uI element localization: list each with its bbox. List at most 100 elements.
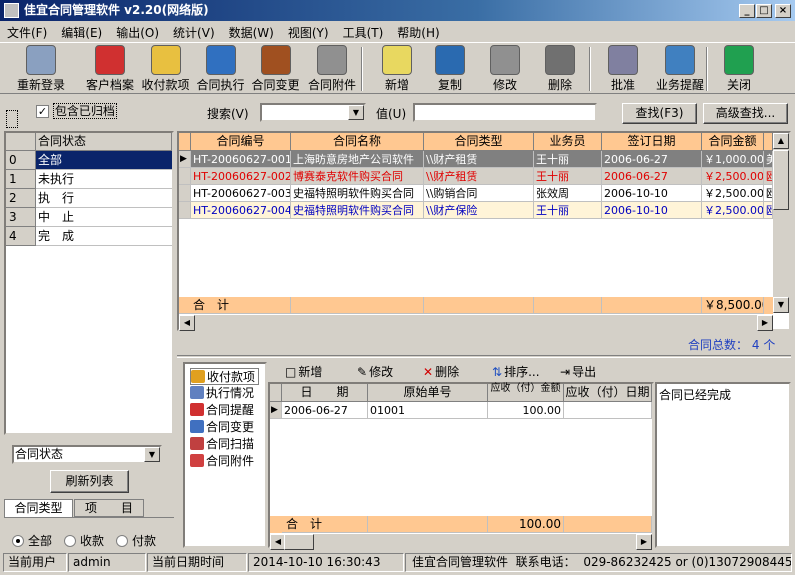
value-input[interactable] bbox=[413, 103, 597, 122]
detail-nav-payment-book[interactable]: 收付款项 bbox=[190, 368, 260, 385]
toolbar-button-approve[interactable]: 批准 bbox=[598, 45, 648, 93]
cell-extra: 美 bbox=[764, 151, 773, 168]
radio-0[interactable]: 全部 bbox=[12, 534, 52, 548]
detail-edit-button[interactable]: ✎ 修改 bbox=[357, 363, 393, 381]
radio-circle[interactable] bbox=[116, 535, 129, 547]
search-field-select[interactable]: ▼ bbox=[260, 103, 366, 122]
memo-box[interactable]: 合同已经完成 bbox=[655, 382, 791, 548]
payment-row[interactable]: ▶ 2006-06-27 01001 100.00 bbox=[270, 402, 652, 419]
col-date[interactable]: 日 期 bbox=[282, 384, 368, 402]
customer-icon bbox=[95, 45, 125, 75]
status-list-item[interactable]: 全部 bbox=[36, 151, 172, 170]
toolbar-button-label: 合同执行 bbox=[196, 78, 245, 92]
menu-item[interactable]: 帮助(H) bbox=[390, 22, 446, 41]
col-due[interactable]: 应收（付）日期 bbox=[564, 384, 652, 402]
scroll-right-icon[interactable]: ▶ bbox=[636, 534, 652, 550]
scroll-thumb[interactable] bbox=[284, 534, 314, 550]
contract-row[interactable]: HT-20060627-004 史福特照明软件购买合同 \\财产保险 王十丽 2006-… bbox=[179, 202, 773, 219]
tab-contract-type[interactable]: 合同类型 bbox=[4, 499, 73, 517]
menu-item[interactable]: 统计(V) bbox=[166, 22, 222, 41]
scroll-down-icon[interactable]: ▼ bbox=[773, 297, 789, 313]
cell-date: 2006-06-27 bbox=[602, 168, 702, 185]
menu-item[interactable]: 工具(T) bbox=[336, 22, 391, 41]
row-indicator-icon bbox=[179, 168, 191, 185]
menu-item[interactable]: 数据(W) bbox=[222, 22, 281, 41]
toolbar-button-reminder[interactable]: 业务提醒 bbox=[650, 45, 710, 93]
toolbar-button-customer[interactable]: 客户档案 bbox=[82, 45, 138, 93]
payments-hscrollbar[interactable]: ◀ ▶ bbox=[270, 534, 652, 550]
detail-nav-phone[interactable]: 合同提醒 bbox=[190, 402, 254, 419]
col-header[interactable]: 合同名称 bbox=[291, 133, 424, 151]
toolbar-button-execute[interactable]: 合同执行 bbox=[193, 45, 248, 93]
cell-date: 2006-10-10 bbox=[602, 202, 702, 219]
col-header[interactable]: 业务员 bbox=[534, 133, 602, 151]
checkbox-box[interactable]: ✓ bbox=[36, 105, 49, 118]
scroll-up-icon[interactable]: ▲ bbox=[773, 133, 789, 149]
menu-item[interactable]: 文件(F) bbox=[0, 22, 54, 41]
contract-row[interactable]: HT-20060627-002 博赛泰克软件购买合同 \\财产租赁 王十丽 2006-0… bbox=[179, 168, 773, 185]
contract-row[interactable]: HT-20060627-003 史福特照明软件购买合同 \\购销合同 张效周 2006-… bbox=[179, 185, 773, 202]
col-header[interactable]: 合同金额 bbox=[702, 133, 764, 151]
detail-nav-attachment[interactable]: 合同附件 bbox=[190, 453, 254, 470]
left-filter-select[interactable]: 合同状态 ▼ bbox=[12, 445, 162, 464]
status-row-index: 1 bbox=[6, 170, 36, 189]
toolbar-button-relogin[interactable]: 重新登录 bbox=[8, 45, 74, 93]
detail-new-button[interactable]: □ 新增 bbox=[285, 363, 322, 381]
detail-toolbar-label: 新增 bbox=[298, 365, 323, 379]
chevron-down-icon[interactable]: ▼ bbox=[348, 105, 364, 120]
detail-delete-button[interactable]: ✕ 删除 bbox=[423, 363, 459, 381]
chevron-down-icon[interactable]: ▼ bbox=[144, 447, 160, 462]
toolbar-button-edit[interactable]: 修改 bbox=[480, 45, 530, 93]
cell-amount: 100.00 bbox=[488, 402, 564, 419]
col-header[interactable]: 签订日期 bbox=[602, 133, 702, 151]
col-header[interactable]: 合同编号 bbox=[191, 133, 291, 151]
contracts-hscrollbar[interactable]: ◀ ▶ bbox=[179, 315, 773, 331]
radio-2[interactable]: 付款 bbox=[116, 534, 156, 548]
col-amount[interactable]: 应收（付）金额 bbox=[488, 384, 564, 402]
detail-sort-button[interactable]: ⇅ 排序... bbox=[492, 363, 540, 381]
col-header[interactable]: 合同类型 bbox=[424, 133, 534, 151]
toolbar-button-change[interactable]: 合同变更 bbox=[248, 45, 303, 93]
menu-item[interactable]: 输出(O) bbox=[109, 22, 166, 41]
app-icon[interactable] bbox=[4, 3, 19, 18]
contract-row[interactable]: ▶ HT-20060627-001 上海昉意房地产公司软件 \\财产租赁 王十丽 2006… bbox=[179, 151, 773, 168]
grip-icon[interactable] bbox=[6, 110, 18, 128]
toolbar-button-payment[interactable]: 收付款项 bbox=[138, 45, 193, 93]
include-archived-checkbox[interactable]: ✓ 包含已归档 bbox=[36, 102, 117, 119]
close-button[interactable]: × bbox=[775, 4, 791, 18]
detail-export-button[interactable]: ⇥ 导出 bbox=[560, 363, 596, 381]
detail-nav-change[interactable]: 合同变更 bbox=[190, 419, 254, 436]
delete-icon bbox=[545, 45, 575, 75]
status-list-item[interactable]: 中 止 bbox=[36, 208, 172, 227]
scroll-left-icon[interactable]: ◀ bbox=[179, 315, 195, 331]
scroll-thumb[interactable] bbox=[773, 150, 789, 210]
detail-nav-scan[interactable]: 合同扫描 bbox=[190, 436, 254, 453]
toolbar-button-exit[interactable]: 关闭 bbox=[714, 45, 764, 93]
menu-item[interactable]: 视图(Y) bbox=[281, 22, 336, 41]
find-button[interactable]: 查找(F3) bbox=[622, 103, 697, 124]
radio-circle[interactable] bbox=[64, 535, 77, 547]
toolbar-button-attachment[interactable]: 合同附件 bbox=[303, 45, 361, 93]
toolbar-button-delete[interactable]: 删除 bbox=[535, 45, 585, 93]
advanced-find-button[interactable]: 高级查找... bbox=[703, 103, 788, 124]
status-list-item[interactable]: 完 成 bbox=[36, 227, 172, 246]
cell-amount: ￥2,500.00 bbox=[702, 202, 764, 219]
toolbar-button-label: 收付款项 bbox=[141, 78, 190, 92]
scan-icon bbox=[190, 437, 204, 450]
tab-project[interactable]: 项 目 bbox=[74, 499, 144, 517]
status-list-item[interactable]: 未执行 bbox=[36, 170, 172, 189]
refresh-list-button[interactable]: 刷新列表 bbox=[50, 470, 129, 493]
toolbar-button-copy[interactable]: 复制 bbox=[425, 45, 475, 93]
maximize-button[interactable]: □ bbox=[756, 4, 772, 18]
radio-1[interactable]: 收款 bbox=[64, 534, 104, 548]
toolbar-button-label: 业务提醒 bbox=[655, 78, 704, 92]
minimize-button[interactable]: _ bbox=[739, 4, 755, 18]
detail-nav-execution-doc[interactable]: 执行情况 bbox=[190, 385, 254, 402]
scroll-right-icon[interactable]: ▶ bbox=[757, 315, 773, 331]
col-ref[interactable]: 原始单号 bbox=[368, 384, 488, 402]
status-list-item[interactable]: 执 行 bbox=[36, 189, 172, 208]
radio-circle[interactable] bbox=[12, 535, 24, 547]
menu-item[interactable]: 编辑(E) bbox=[54, 22, 109, 41]
contracts-vscrollbar[interactable]: ▲ ▼ bbox=[773, 133, 789, 313]
toolbar-button-new[interactable]: 新增 bbox=[372, 45, 422, 93]
